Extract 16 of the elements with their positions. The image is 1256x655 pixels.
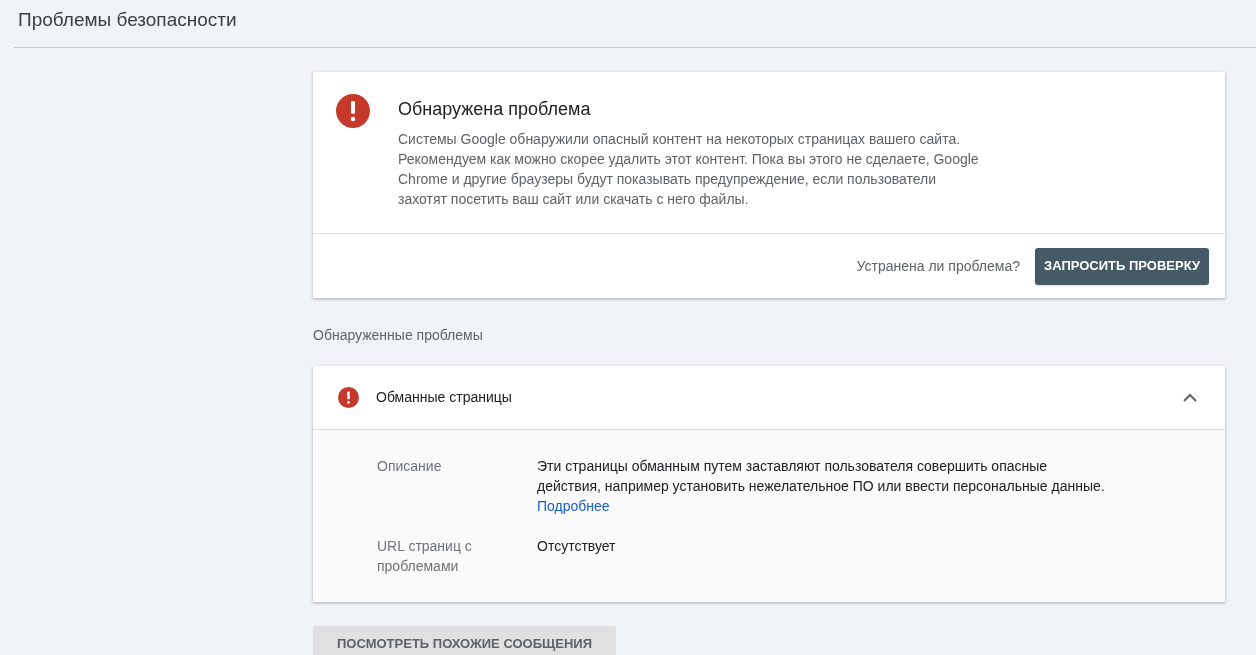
- detail-value: Эти страницы обманным путем заставляют пользователя совершить опасные действия, например установить нежелательное ПО или ввести персональные данные. Подробнее: [537, 457, 1106, 516]
- detail-label: Описание: [377, 457, 443, 476]
- detail-value: Отсутствует: [537, 537, 617, 556]
- learn-more-link[interactable]: Подробнее: [537, 498, 610, 514]
- request-review-button[interactable]: ЗАПРОСИТЬ ПРОВЕРКУ: [1035, 247, 1209, 285]
- alert-message: Системы Google обнаружили опасный контент на некоторых страницах вашего сайта. Рекомендуем как можно скорее удалить этот контент. Пока вы этого не сделаете, Google Chrome и другие браузеры будут показывать предупреждение, если пользователи захотят посетить ваш сайт или скачать с него файлы.: [398, 130, 980, 209]
- chevron-up-icon[interactable]: [1183, 393, 1197, 402]
- error-icon: [338, 387, 359, 408]
- alert-title: Обнаружена проблема: [398, 98, 592, 121]
- section-heading: Обнаруженные проблемы: [313, 326, 484, 345]
- detail-label: URL страниц с проблемами: [377, 537, 473, 576]
- error-icon: [336, 94, 370, 128]
- issue-title: Обманные страницы: [376, 388, 513, 407]
- question-text: Устранена ли проблема?: [856, 256, 1020, 276]
- page-title: Проблемы безопасности: [18, 8, 237, 32]
- similar-messages-button[interactable]: ПОСМОТРЕТЬ ПОХОЖИЕ СООБЩЕНИЯ: [313, 626, 617, 655]
